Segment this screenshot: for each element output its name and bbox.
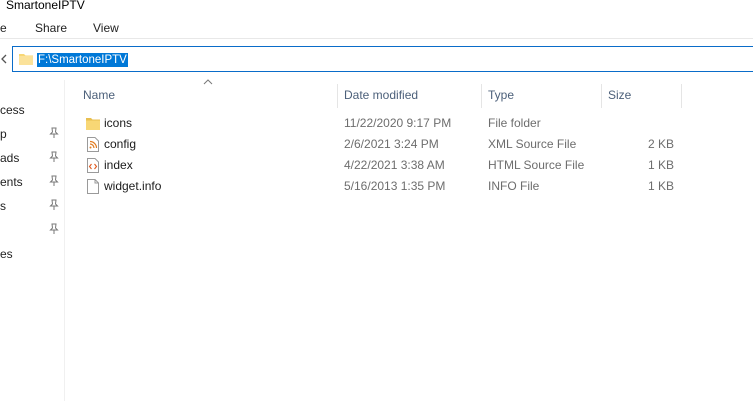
tab-share[interactable]: Share <box>35 21 67 35</box>
file-type: INFO File <box>488 179 540 193</box>
file-type: XML Source File <box>488 137 577 151</box>
file-icon <box>87 179 99 194</box>
file-date: 5/16/2013 1:35 PM <box>344 179 446 193</box>
folder-icon <box>19 54 33 65</box>
file-type: File folder <box>488 116 541 130</box>
pin-icon <box>49 199 59 210</box>
navigation-pane: cess p ads ents s es <box>0 80 65 401</box>
file-date: 2/6/2021 3:24 PM <box>344 137 439 151</box>
file-row[interactable]: widget.info 5/16/2013 1:35 PM INFO File … <box>78 176 688 197</box>
address-bar-row: F:\SmartoneIPTV <box>0 38 753 75</box>
column-header-size[interactable]: Size <box>608 84 631 106</box>
file-row[interactable]: icons 11/22/2020 9:17 PM File folder <box>78 113 688 134</box>
xml-file-icon <box>87 137 99 152</box>
column-header: Name Date modified Type Size <box>78 84 688 108</box>
pin-icon <box>49 223 59 234</box>
column-header-type[interactable]: Type <box>488 84 514 106</box>
file-name: index <box>104 158 133 172</box>
column-divider[interactable] <box>481 84 482 108</box>
pin-icon <box>49 175 59 186</box>
html-file-icon <box>87 158 99 173</box>
file-name: widget.info <box>104 179 162 193</box>
up-arrow-icon[interactable] <box>0 53 8 65</box>
nav-item-documents[interactable]: ents <box>0 175 23 189</box>
column-divider[interactable] <box>601 84 602 108</box>
file-size: 2 KB <box>647 137 674 151</box>
pin-icon <box>49 127 59 138</box>
file-size <box>598 113 674 134</box>
folder-icon <box>86 118 100 130</box>
file-row[interactable]: index 4/22/2021 3:38 AM HTML Source File… <box>78 155 688 176</box>
column-header-name[interactable]: Name <box>83 84 115 106</box>
nav-item-drives[interactable]: es <box>0 247 13 261</box>
column-divider[interactable] <box>681 84 682 108</box>
ribbon-tabs: e Share View <box>0 18 753 38</box>
address-field[interactable]: F:\SmartoneIPTV <box>12 46 753 72</box>
file-date: 11/22/2020 9:17 PM <box>344 116 452 130</box>
file-size: 1 KB <box>647 179 674 193</box>
column-header-date[interactable]: Date modified <box>344 84 418 106</box>
file-size: 1 KB <box>647 158 674 172</box>
file-type: HTML Source File <box>488 158 585 172</box>
pin-icon <box>49 151 59 162</box>
file-name: icons <box>104 116 133 130</box>
file-date: 4/22/2021 3:38 AM <box>344 158 445 172</box>
nav-item-quick-access[interactable]: cess <box>0 103 25 117</box>
file-row[interactable]: config 2/6/2021 3:24 PM XML Source File … <box>78 134 688 155</box>
nav-item-desktop[interactable]: p <box>0 127 7 141</box>
nav-item-pictures[interactable]: s <box>0 199 6 213</box>
nav-item-downloads[interactable]: ads <box>0 151 19 165</box>
column-divider[interactable] <box>337 84 338 108</box>
window-title: SmartoneIPTV <box>6 0 85 12</box>
tab-view[interactable]: View <box>93 21 119 35</box>
file-name: config <box>104 137 137 151</box>
tab-home[interactable]: e <box>0 21 7 35</box>
address-path[interactable]: F:\SmartoneIPTV <box>37 53 128 67</box>
